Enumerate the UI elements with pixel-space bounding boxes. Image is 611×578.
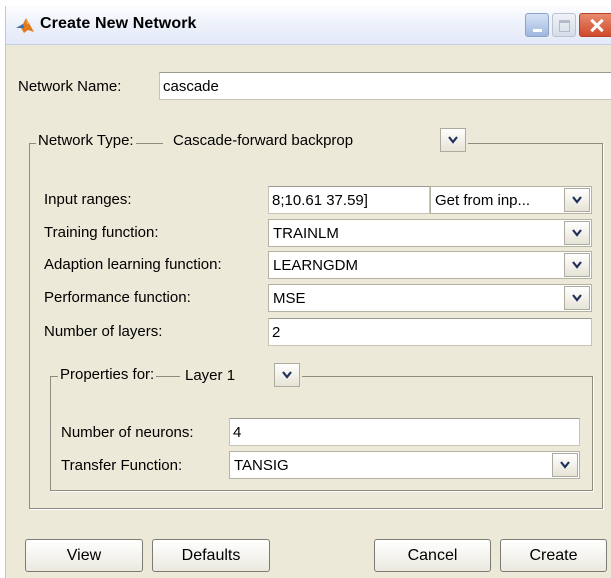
properties-for-label: Properties for: xyxy=(58,366,157,383)
view-button[interactable]: View xyxy=(25,539,143,572)
create-button[interactable]: Create xyxy=(500,539,607,572)
number-of-layers-input[interactable]: 2 xyxy=(268,318,592,346)
network-name-label: Network Name: xyxy=(18,78,122,95)
transfer-function-select[interactable]: TANSIG xyxy=(229,451,580,479)
number-of-neurons-input[interactable]: 4 xyxy=(229,418,580,446)
cancel-button[interactable]: Cancel xyxy=(374,539,491,572)
chevron-down-icon[interactable] xyxy=(552,453,578,477)
matlab-logo-icon xyxy=(15,16,35,34)
chevron-down-icon[interactable] xyxy=(564,253,590,277)
transfer-function-label: Transfer Function: xyxy=(61,457,183,474)
minimize-button[interactable] xyxy=(525,13,549,37)
chevron-down-icon[interactable] xyxy=(564,188,590,212)
number-of-neurons-label: Number of neurons: xyxy=(61,424,194,441)
maximize-button[interactable] xyxy=(552,13,576,37)
performance-function-label: Performance function: xyxy=(44,289,191,306)
network-type-label: Network Type: xyxy=(36,132,136,149)
title-bar[interactable]: Create New Network xyxy=(6,6,611,45)
chevron-down-icon[interactable] xyxy=(440,128,466,152)
adaption-learning-function-select[interactable]: LEARNGDM xyxy=(268,251,592,279)
network-name-input[interactable]: cascade xyxy=(159,72,611,100)
training-function-select[interactable]: TRAINLM xyxy=(268,219,592,247)
training-function-label: Training function: xyxy=(44,224,159,241)
input-ranges-label: Input ranges: xyxy=(44,191,132,208)
window-title: Create New Network xyxy=(40,15,197,32)
network-type-select[interactable]: Cascade-forward backprop xyxy=(163,126,468,154)
number-of-layers-label: Number of layers: xyxy=(44,323,163,340)
close-button[interactable] xyxy=(579,13,611,37)
performance-function-select[interactable]: MSE xyxy=(268,284,592,312)
input-ranges-source-select[interactable]: Get from inp... xyxy=(430,186,592,214)
adaption-learning-function-label: Adaption learning function: xyxy=(44,256,222,273)
input-ranges-input[interactable]: 8;10.61 37.59] xyxy=(268,186,430,214)
dialog-window: Create New Network Network Name: cascade… xyxy=(5,6,611,578)
chevron-down-icon[interactable] xyxy=(564,286,590,310)
chevron-down-icon[interactable] xyxy=(274,363,300,387)
layer-select[interactable]: Layer 1 xyxy=(180,361,302,389)
chevron-down-icon[interactable] xyxy=(564,221,590,245)
defaults-button[interactable]: Defaults xyxy=(152,539,270,572)
